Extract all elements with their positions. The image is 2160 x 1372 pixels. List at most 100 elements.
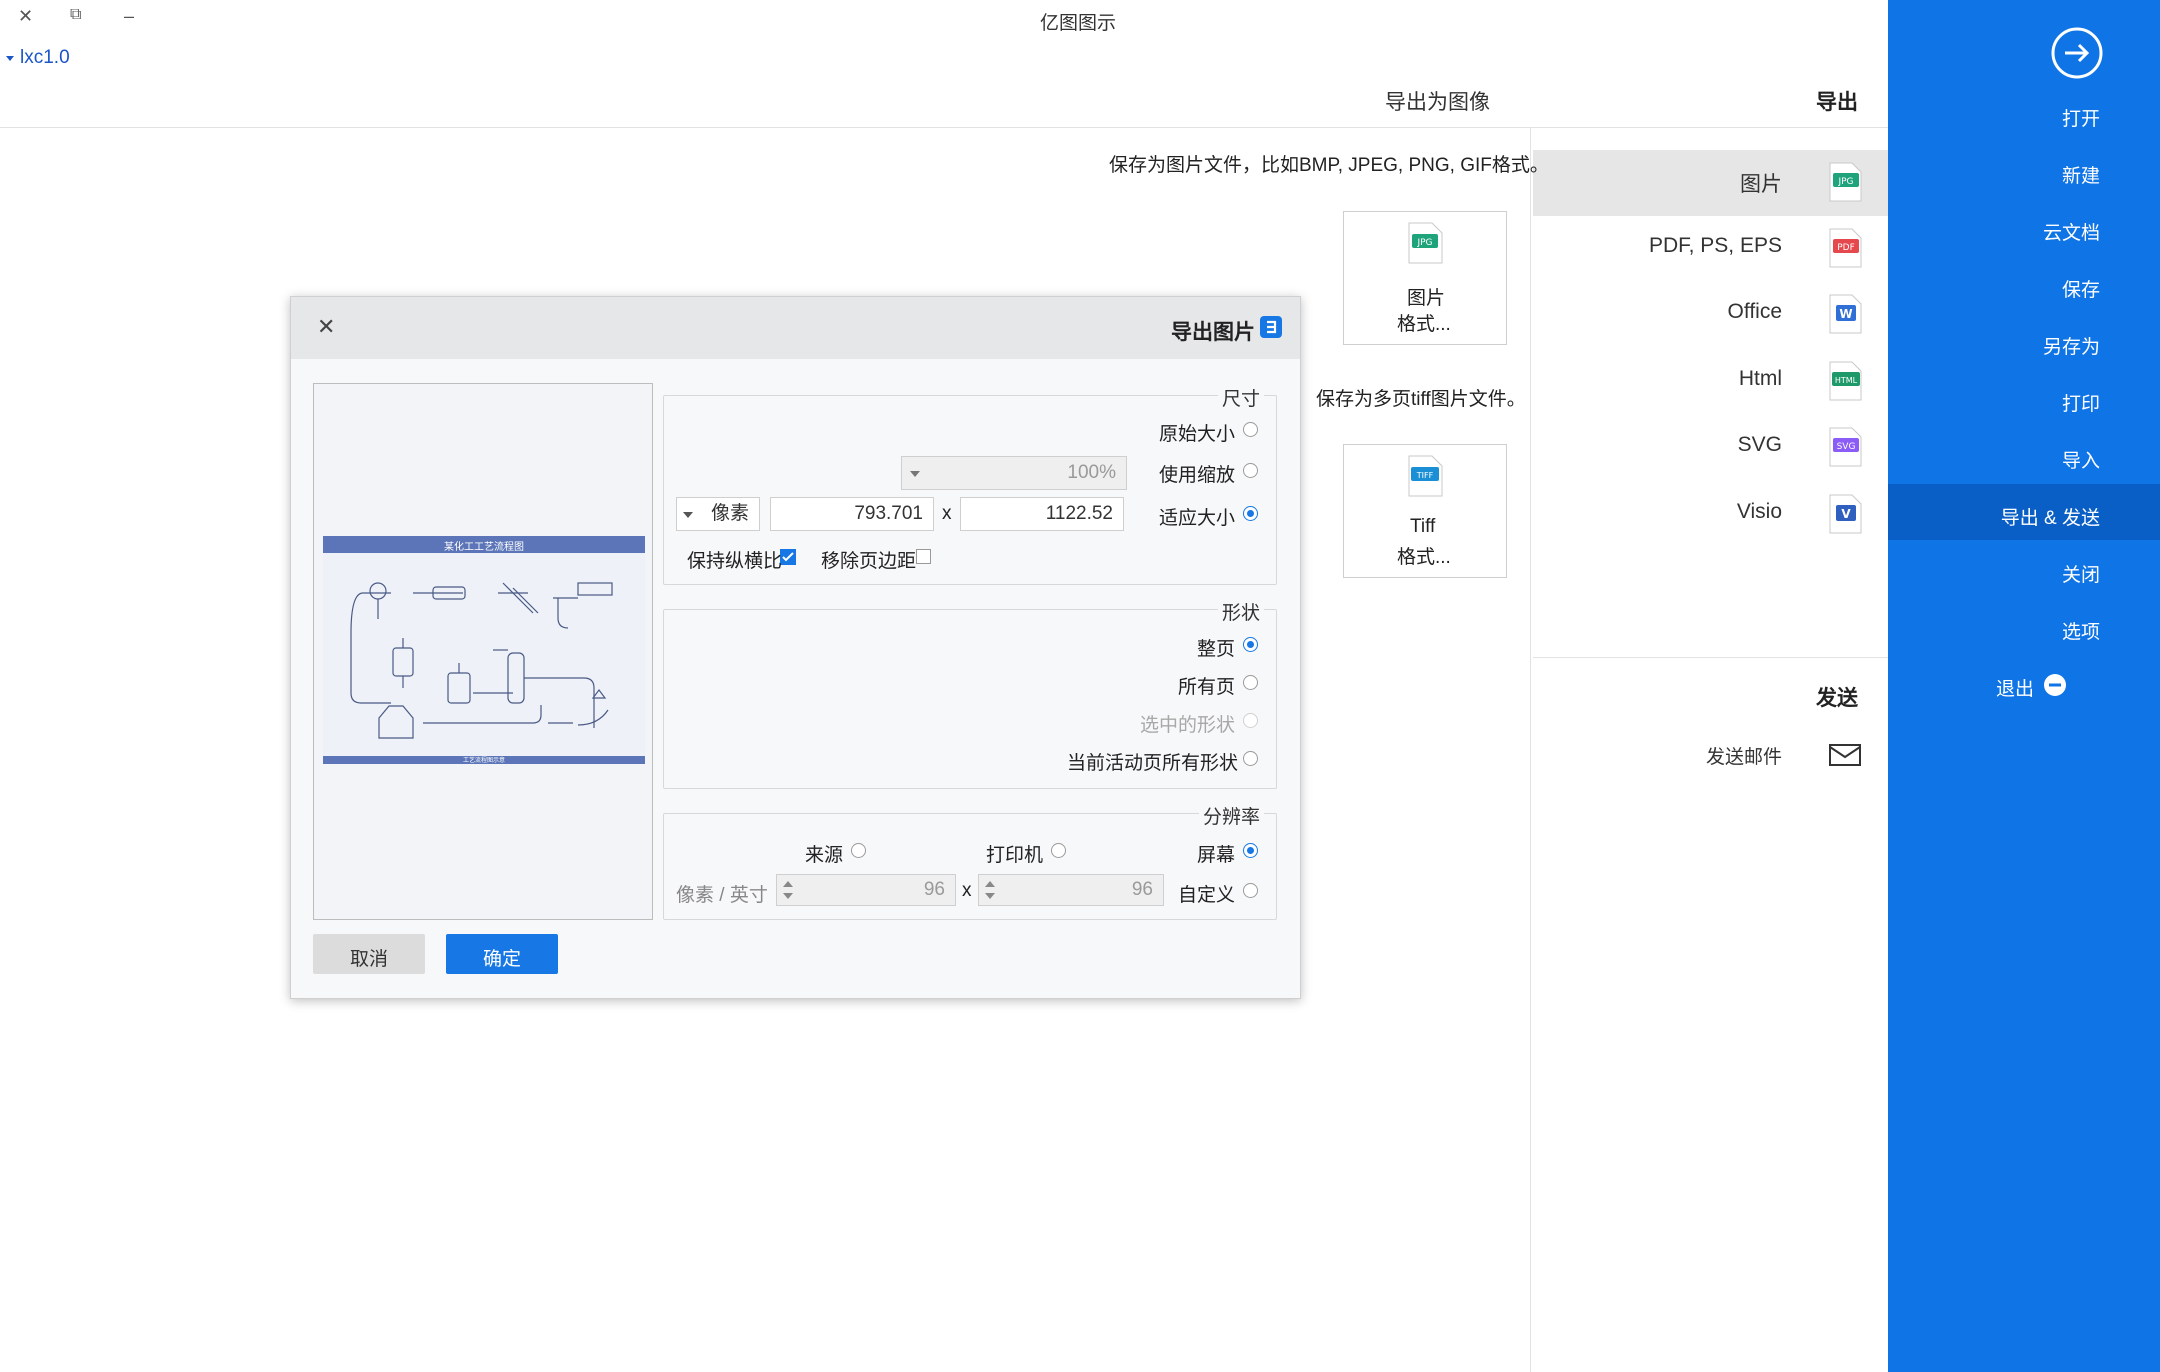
width-input[interactable]: 1122.52 xyxy=(960,497,1124,531)
window-title: 亿图图示 xyxy=(1040,13,1117,34)
send-email-label: 发送邮件 xyxy=(1705,747,1782,768)
image-format-card[interactable]: JPG 图片 格式... xyxy=(1343,211,1507,345)
sidebar-item-options[interactable]: 选项 xyxy=(2062,617,2100,644)
tiff-card-icon: TIFF xyxy=(1407,455,1443,497)
keep-ratio-checkbox[interactable] xyxy=(780,549,796,565)
sidebar-item-exit[interactable]: 退出 xyxy=(1888,666,2160,706)
dpi-x-value: 96 xyxy=(1131,879,1153,900)
spin-down-icon xyxy=(783,893,793,899)
dropdown-arrow-icon xyxy=(910,471,920,477)
send-heading: 发送 xyxy=(1816,687,1858,710)
use-zoom-radio[interactable] xyxy=(1243,463,1258,478)
remove-margin-label: 移除页边距 xyxy=(821,551,917,572)
svg-text:TIFF: TIFF xyxy=(1416,471,1434,480)
current-page-shapes-label: 当前活动页所有形状 xyxy=(1067,753,1239,774)
category-pdf[interactable]: PDF PDF, PS, EPS xyxy=(1533,216,1890,282)
sidebar-item-exit-label: 退出 xyxy=(1995,679,2034,700)
process-flow-drawing xyxy=(350,582,613,739)
exit-icon xyxy=(2043,673,2067,697)
printer-radio[interactable] xyxy=(1051,843,1066,858)
sidebar-item-close[interactable]: 关闭 xyxy=(2062,560,2100,587)
category-html[interactable]: HTML Html xyxy=(1533,349,1890,415)
resolution-group-title: 分辨率 xyxy=(1198,802,1264,829)
all-pages-label: 所有页 xyxy=(1178,677,1236,698)
preview-footer: 工艺流程图示意 xyxy=(462,758,505,764)
selected-shapes-label: 选中的形状 xyxy=(1140,715,1236,736)
sidebar-item-cloud-docs[interactable]: 云文档 xyxy=(2043,218,2100,245)
svg-text:V: V xyxy=(1841,507,1851,521)
tiff-card-line2: 格式... xyxy=(1397,547,1451,568)
printer-label: 打印机 xyxy=(986,845,1044,866)
category-image[interactable]: JPG 图片 xyxy=(1533,150,1890,216)
category-visio[interactable]: V Visio xyxy=(1533,482,1890,548)
remove-margin-checkbox[interactable] xyxy=(916,549,931,564)
sidebar-item-save[interactable]: 保存 xyxy=(2062,275,2100,302)
tiff-card-line1: Tiff xyxy=(1410,516,1436,537)
close-window-icon[interactable]: ✕ xyxy=(18,6,33,27)
title-bar: ✕ ⧉ – 亿图图示 xyxy=(0,0,1888,40)
svg-text:JPG: JPG xyxy=(1837,177,1853,187)
dialog-close-icon[interactable]: ✕ xyxy=(317,314,335,340)
sidebar-item-open[interactable]: 打开 xyxy=(2062,104,2100,131)
spin-up-icon xyxy=(985,881,995,887)
dialog-titlebar: ✕ 导出图片 xyxy=(291,297,1300,359)
current-page-shapes-radio[interactable] xyxy=(1243,751,1258,766)
fit-size-radio[interactable] xyxy=(1243,506,1258,521)
original-size-radio[interactable] xyxy=(1243,422,1258,437)
whole-page-radio[interactable] xyxy=(1243,637,1258,652)
minimize-window-icon[interactable]: – xyxy=(124,6,134,27)
dpi-times-label: x xyxy=(962,880,972,901)
preview-title-band: 某化工工艺流程图 xyxy=(323,536,645,553)
send-divider xyxy=(1533,657,1888,658)
content-heading: 导出为图像 xyxy=(1385,91,1490,114)
dropdown-arrow-icon xyxy=(683,512,693,518)
cancel-button-label: 取消 xyxy=(349,949,388,970)
source-radio[interactable] xyxy=(851,843,866,858)
sidebar-item-new[interactable]: 新建 xyxy=(2062,161,2100,188)
resolution-group: 分辨率 屏幕 打印机 来源 自定义 96 x 96 像素 / 英寸 xyxy=(663,802,1277,920)
cancel-button[interactable]: 取消 xyxy=(313,934,425,974)
pdf-file-icon: PDF xyxy=(1828,228,1862,268)
image-card-line1: 图片 xyxy=(1407,288,1446,309)
unit-select[interactable]: 像素 xyxy=(676,497,760,531)
screen-radio[interactable] xyxy=(1243,843,1258,858)
ok-button-label: 确定 xyxy=(482,949,521,970)
ok-button[interactable]: 确定 xyxy=(446,934,558,974)
size-group: 尺寸 原始大小 使用缩放 100% 适应大小 1122.52 x 793.701… xyxy=(663,384,1277,585)
jpg-file-icon: JPG xyxy=(1828,162,1862,202)
panel-divider xyxy=(1530,128,1531,1372)
sidebar: 打开 新建 云文档 保存 另存为 打印 导入 导出 & 发送 关闭 选项 退出 xyxy=(1888,0,2160,1372)
category-office[interactable]: W Office xyxy=(1533,282,1890,348)
category-office-label: Office xyxy=(1727,300,1782,323)
tiff-format-card[interactable]: TIFF Tiff 格式... xyxy=(1343,444,1507,578)
back-arrow-icon[interactable] xyxy=(2050,26,2104,80)
word-file-icon: W xyxy=(1828,294,1862,334)
size-group-title: 尺寸 xyxy=(1217,384,1264,411)
category-svg[interactable]: SVG SVG xyxy=(1533,415,1890,481)
send-email-item[interactable]: 发送邮件 xyxy=(1533,724,1890,790)
sidebar-item-export-send[interactable]: 导出 & 发送 xyxy=(2001,503,2100,530)
dpi-y-input[interactable]: 96 xyxy=(776,874,956,906)
svg-text:HTML: HTML xyxy=(1835,376,1858,385)
jpg-card-icon: JPG xyxy=(1407,222,1443,264)
version-label: lxc1.0 xyxy=(20,47,70,68)
preview-diagram: 某化工工艺流程图 工艺流程图示意 xyxy=(323,536,645,764)
app-logo-icon xyxy=(1259,315,1283,339)
header-divider xyxy=(0,127,1888,128)
size-times-label: x xyxy=(942,503,952,524)
custom-radio[interactable] xyxy=(1243,883,1258,898)
keep-ratio-label: 保持纵横比 xyxy=(687,551,783,572)
zoom-select[interactable]: 100% xyxy=(901,456,1127,490)
dpi-x-input[interactable]: 96 xyxy=(978,874,1164,906)
export-heading: 导出 xyxy=(1816,91,1858,114)
height-input[interactable]: 793.701 xyxy=(770,497,934,531)
all-pages-radio[interactable] xyxy=(1243,675,1258,690)
sidebar-item-import[interactable]: 导入 xyxy=(2062,446,2100,473)
selected-shapes-radio[interactable] xyxy=(1243,713,1258,728)
image-format-description: 保存为图片文件，比如BMP, JPEG, PNG, GIF格式。 xyxy=(1109,155,1549,176)
whole-page-label: 整页 xyxy=(1197,639,1236,660)
sidebar-item-print[interactable]: 打印 xyxy=(2062,389,2100,416)
zoom-value: 100% xyxy=(1067,462,1116,483)
restore-window-icon[interactable]: ⧉ xyxy=(70,6,81,24)
sidebar-item-save-as[interactable]: 另存为 xyxy=(2043,332,2100,359)
